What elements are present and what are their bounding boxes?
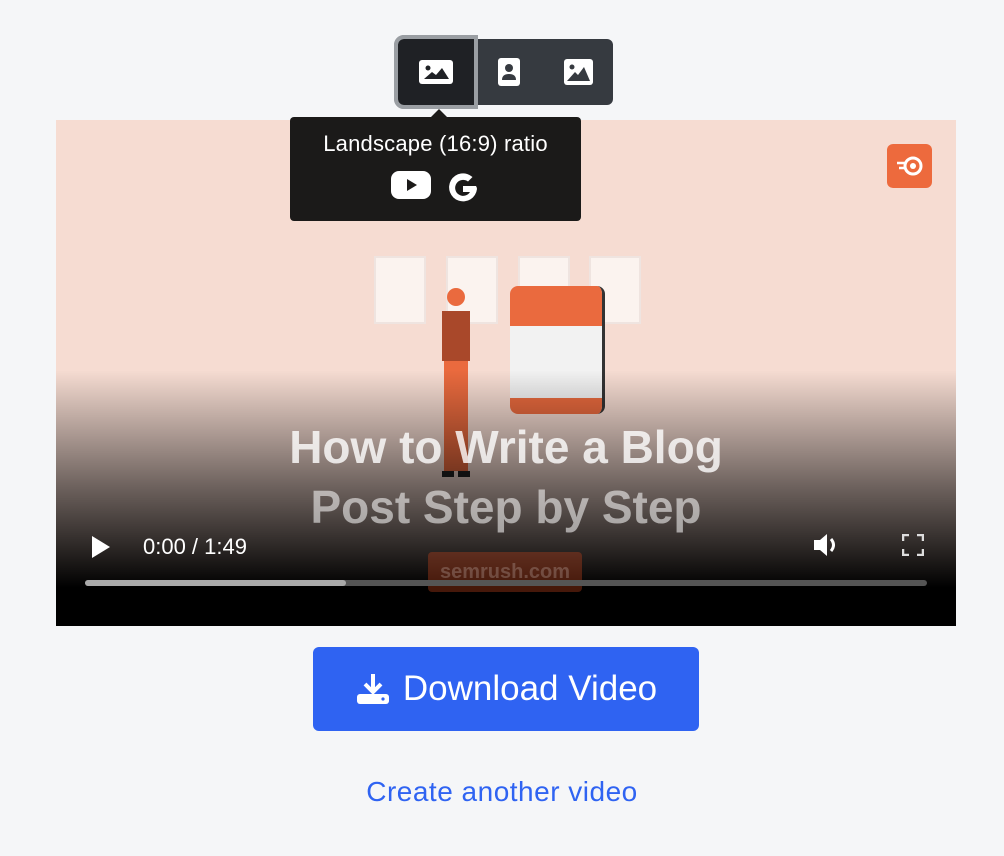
video-progress-fill — [85, 580, 347, 586]
tooltip-text: Landscape (16:9) ratio — [323, 131, 548, 156]
illustration-window — [374, 256, 426, 324]
download-video-button[interactable]: Download Video — [313, 647, 699, 731]
portrait-person-icon — [497, 58, 520, 86]
create-another-video-link[interactable]: Create another video — [0, 776, 1004, 808]
download-icon — [356, 674, 389, 704]
google-icon — [448, 173, 477, 202]
ratio-selector — [393, 35, 613, 109]
download-video-label: Download Video — [402, 669, 658, 708]
landscape-ratio-button[interactable] — [393, 35, 479, 109]
fullscreen-icon[interactable] — [902, 534, 924, 556]
landscape-image-icon — [419, 60, 454, 84]
video-title-line1: How to Write a Blog — [289, 421, 723, 473]
ratio-tooltip: Landscape (16:9) ratio — [290, 109, 581, 221]
square-ratio-button[interactable] — [544, 39, 613, 105]
portrait-ratio-button[interactable] — [474, 39, 543, 105]
play-icon[interactable] — [92, 536, 110, 558]
volume-icon[interactable] — [812, 530, 842, 560]
video-progress-bar[interactable] — [85, 580, 927, 586]
video-controls: 0:00 / 1:49 — [56, 516, 956, 626]
video-time: 0:00 / 1:49 — [143, 534, 247, 559]
square-image-icon — [563, 59, 593, 85]
youtube-icon — [390, 171, 431, 199]
semrush-logo-icon — [887, 144, 932, 188]
